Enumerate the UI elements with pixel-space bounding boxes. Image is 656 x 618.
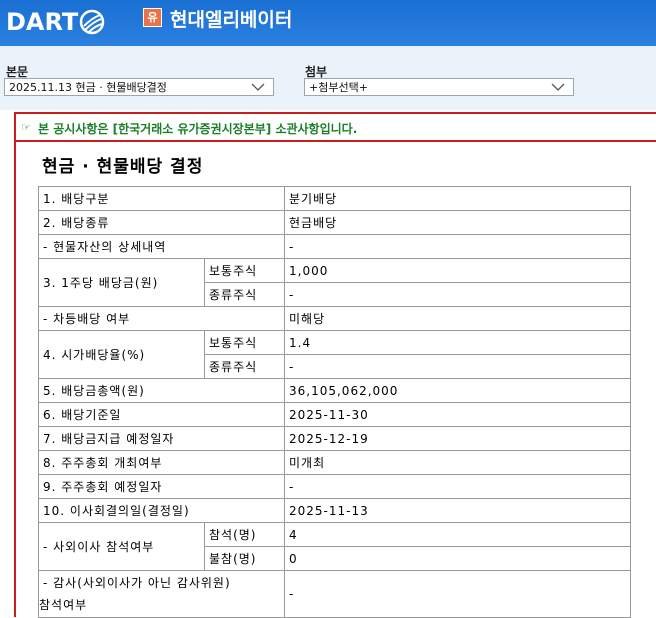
body-select-value: 2025.11.13 현금 · 현물배당결정 [9,81,167,94]
row-label: - 사외이사 참석여부 [38,522,205,571]
company-name[interactable]: 현대엘리베이터 [170,5,292,32]
row-value: - [284,570,631,618]
disclosure-document: ☞ 본 공시사항은 [한국거래소 유가증권시장본부] 소관사항입니다. 현금 ·… [14,112,656,618]
row-sublabel: 보통주식 [204,258,285,283]
row-label: 4. 시가배당율(%) [38,330,205,379]
table-row: 1. 배당구분 분기배당 [38,186,631,211]
row-label: 7. 배당금지급 예정일자 [38,426,285,451]
row-value: 0 [284,546,631,571]
row-value: 2025-11-30 [284,402,631,427]
row-value: 현금배당 [284,210,631,235]
row-value: - [284,282,631,307]
table-row: - 감사(사외이사가 아닌 감사위원) 참석여부 - [38,570,631,618]
row-value: - [284,234,631,259]
row-value: 2025-12-19 [284,426,631,451]
dart-logo-text: DART [6,8,79,36]
table-row: 8. 주주총회 개최여부 미개최 [38,450,631,475]
row-value: 1,000 [284,258,631,283]
row-label-line2: 참석여부 [39,598,88,612]
row-label: 8. 주주총회 개최여부 [38,450,285,475]
table-row: 5. 배당금총액(원) 36,105,062,000 [38,378,631,403]
row-label: - 감사(사외이사가 아닌 감사위원) 참석여부 [38,570,285,618]
table-row: 2. 배당종류 현금배당 [38,210,631,235]
row-value: 1.4 [284,330,631,355]
row-label: 1. 배당구분 [38,186,285,211]
row-value: 36,105,062,000 [284,378,631,403]
row-value: - [284,474,631,499]
jurisdiction-notice: ☞ 본 공시사항은 [한국거래소 유가증권시장본부] 소관사항입니다. [16,114,656,142]
row-label: 5. 배당금총액(원) [38,378,285,403]
row-value: 2025-11-13 [284,498,631,523]
table-row: 7. 배당금지급 예정일자 2025-12-19 [38,426,631,451]
document-title: 현금 · 현물배당 결정 [42,157,204,177]
attach-select[interactable]: +첨부선택+ [304,78,574,96]
document-controls: 본문 2025.11.13 현금 · 현물배당결정 첨부 +첨부선택+ [0,46,656,110]
table-row: 9. 주주총회 예정일자 - [38,474,631,499]
row-sublabel: 보통주식 [204,330,285,355]
chevron-down-icon [251,83,265,91]
row-label: 9. 주주총회 예정일자 [38,474,285,499]
attach-select-value: +첨부선택+ [309,81,368,94]
table-row: - 현물자산의 상세내역 - [38,234,631,259]
row-label: - 현물자산의 상세내역 [38,234,285,259]
row-sublabel: 참석(명) [204,522,285,547]
table-row: - 사외이사 참석여부 참석(명) 4 [38,522,631,571]
row-label: 2. 배당종류 [38,210,285,235]
chevron-down-icon [551,83,565,91]
table-row: 3. 1주당 배당금(원) 보통주식 1,000 [38,258,631,307]
row-value: 분기배당 [284,186,631,211]
table-row: 10. 이사회결의일(결정일) 2025-11-13 [38,498,631,523]
dart-logo[interactable]: DART [6,6,105,38]
dart-logo-swirl-icon [80,9,105,35]
row-label: - 차등배당 여부 [38,306,285,331]
app-header: DART 유 현대엘리베이터 [0,0,656,46]
row-label: 6. 배당기준일 [38,402,285,427]
row-sublabel: 종류주식 [204,354,285,379]
table-row: - 차등배당 여부 미해당 [38,306,631,331]
row-label: 10. 이사회결의일(결정일) [38,498,285,523]
row-label: 3. 1주당 배당금(원) [38,258,205,307]
row-value: 미개최 [284,450,631,475]
row-value: 미해당 [284,306,631,331]
row-sublabel: 불참(명) [204,546,285,571]
body-select[interactable]: 2025.11.13 현금 · 현물배당결정 [4,78,274,96]
row-label-line1: - 감사(사외이사가 아닌 감사위원) [43,576,231,590]
dividend-table: 1. 배당구분 분기배당 2. 배당종류 현금배당 - 현물자산의 상세내역 -… [38,186,631,618]
row-value: - [284,354,631,379]
table-row: 6. 배당기준일 2025-11-30 [38,402,631,427]
row-sublabel: 종류주식 [204,282,285,307]
market-badge: 유 [143,8,162,27]
row-value: 4 [284,522,631,547]
table-row: 4. 시가배당율(%) 보통주식 1.4 [38,330,631,379]
pointing-hand-icon: ☞ [21,121,31,134]
notice-text: 본 공시사항은 [한국거래소 유가증권시장본부] 소관사항입니다. [38,122,358,136]
